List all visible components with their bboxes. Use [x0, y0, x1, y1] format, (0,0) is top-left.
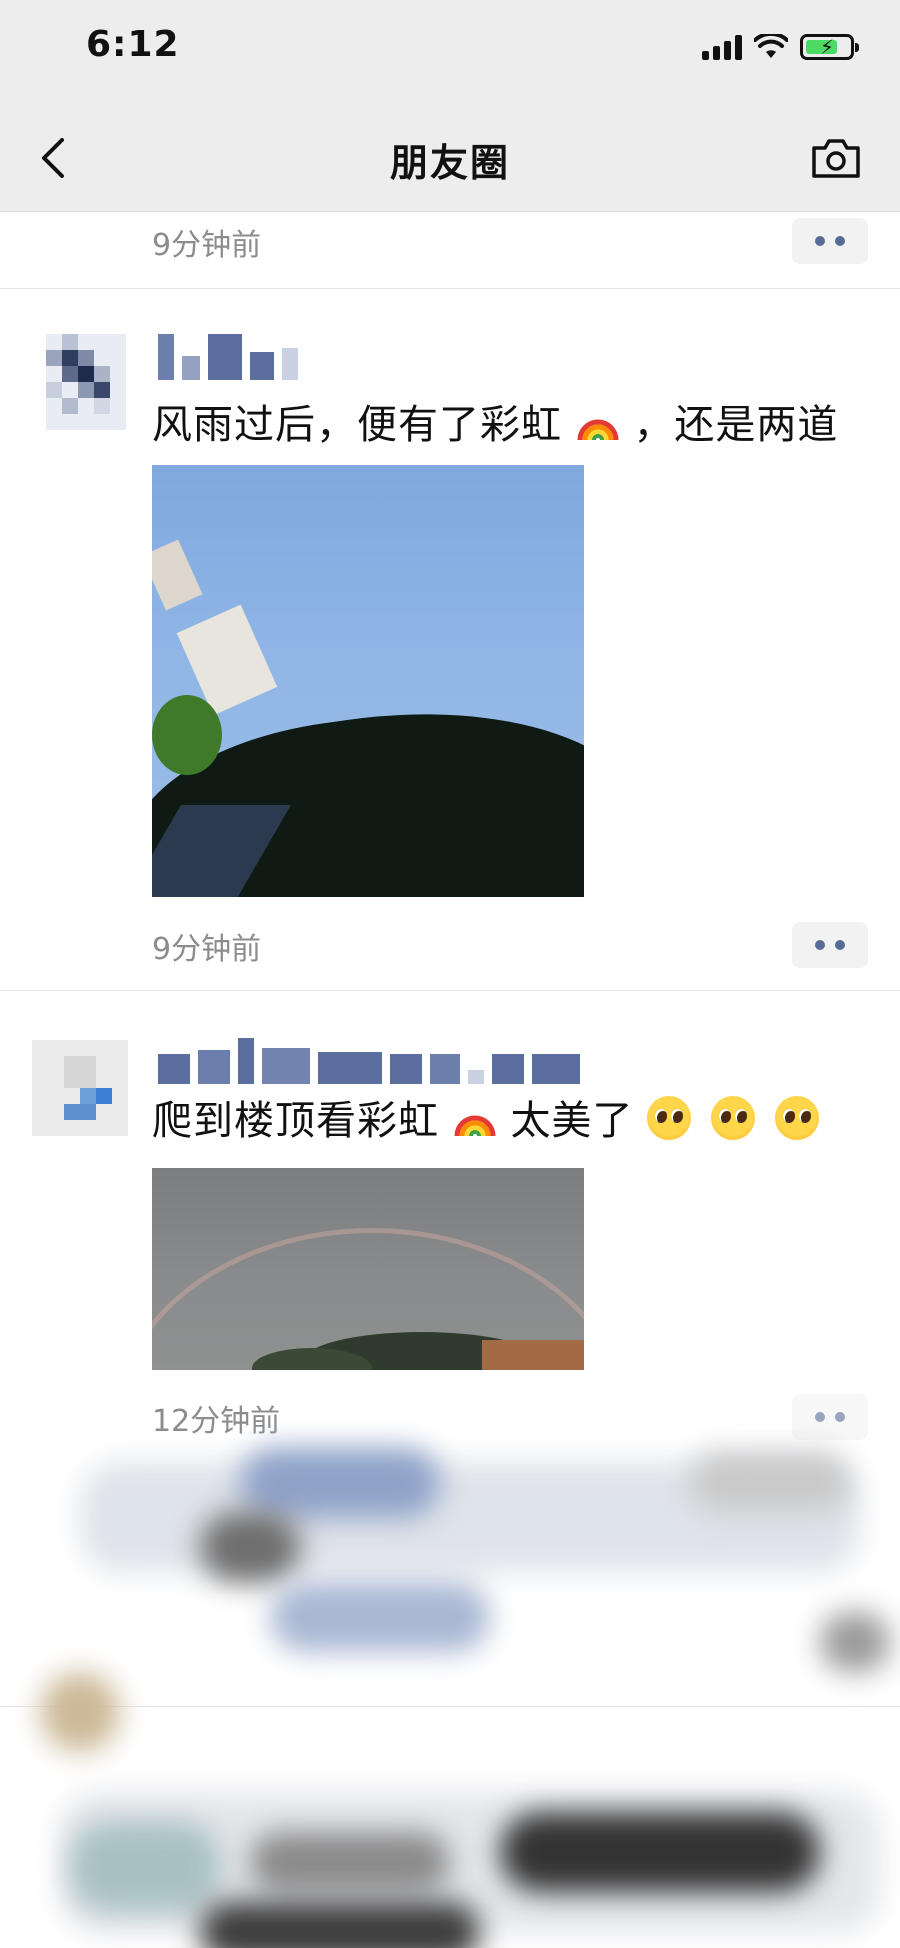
wifi-icon: [754, 34, 788, 58]
post-time: 9分钟前: [152, 228, 262, 263]
post-text-tail: 太美了: [510, 1098, 634, 1144]
camera-icon[interactable]: [810, 136, 862, 180]
post-text-body: 爬到楼顶看彩虹: [152, 1098, 439, 1144]
pleading-face-icon: [710, 1096, 755, 1140]
redaction-smudge: [200, 1902, 480, 1948]
more-dots-icon: [815, 236, 825, 246]
more-dots-icon: [815, 940, 825, 950]
more-button[interactable]: [792, 922, 868, 968]
redaction-smudge: [40, 1672, 120, 1752]
avatar[interactable]: [32, 1040, 128, 1136]
redaction-smudge: [690, 1452, 850, 1512]
user-name[interactable]: [158, 1038, 580, 1084]
post-text: 风雨过后，便有了彩虹 ，还是两道: [152, 392, 838, 450]
pleading-face-icon: [774, 1096, 819, 1140]
avatar[interactable]: [46, 334, 126, 430]
page-title: 朋友圈: [389, 141, 510, 185]
post-time: 9分钟前: [152, 932, 262, 967]
more-button[interactable]: [792, 218, 868, 264]
more-dots-icon: [815, 1412, 825, 1422]
post-text-tail: ，还是两道: [633, 402, 839, 448]
rainbow-icon: [577, 419, 619, 441]
redaction-smudge: [70, 1822, 220, 1912]
signal-icon: [702, 34, 742, 60]
post-text: 爬到楼顶看彩虹 太美了: [152, 1088, 825, 1146]
moments-screen: 6:12 ⚡ 朋友圈 9分钟前 风雨过后，便有了彩虹 ，还是两道 9分钟前 爬到…: [0, 0, 900, 1948]
divider: [0, 288, 900, 289]
more-button[interactable]: [792, 1394, 868, 1440]
rainbow-icon: [454, 1115, 496, 1137]
redaction-smudge: [500, 1812, 820, 1892]
battery-charging-icon: ⚡: [800, 34, 859, 60]
redaction-smudge: [270, 1582, 490, 1652]
divider: [0, 990, 900, 991]
redaction-smudge: [240, 1448, 440, 1518]
redaction-smudge: [250, 1832, 450, 1892]
divider: [0, 1706, 900, 1707]
user-name[interactable]: [158, 334, 298, 380]
status-icons: ⚡: [702, 34, 859, 60]
post-photo-rainbow-hills[interactable]: [152, 1168, 584, 1370]
top-bar: 6:12 ⚡ 朋友圈: [0, 0, 900, 212]
status-time: 6:12: [86, 24, 180, 65]
redaction-smudge: [820, 1612, 890, 1672]
pleading-face-icon: [647, 1096, 692, 1140]
post-time: 12分钟前: [152, 1404, 281, 1439]
redaction-smudge: [200, 1512, 300, 1582]
post-photo-rainbow-sky[interactable]: [152, 465, 584, 897]
post-text-body: 风雨过后，便有了彩虹: [152, 402, 562, 448]
